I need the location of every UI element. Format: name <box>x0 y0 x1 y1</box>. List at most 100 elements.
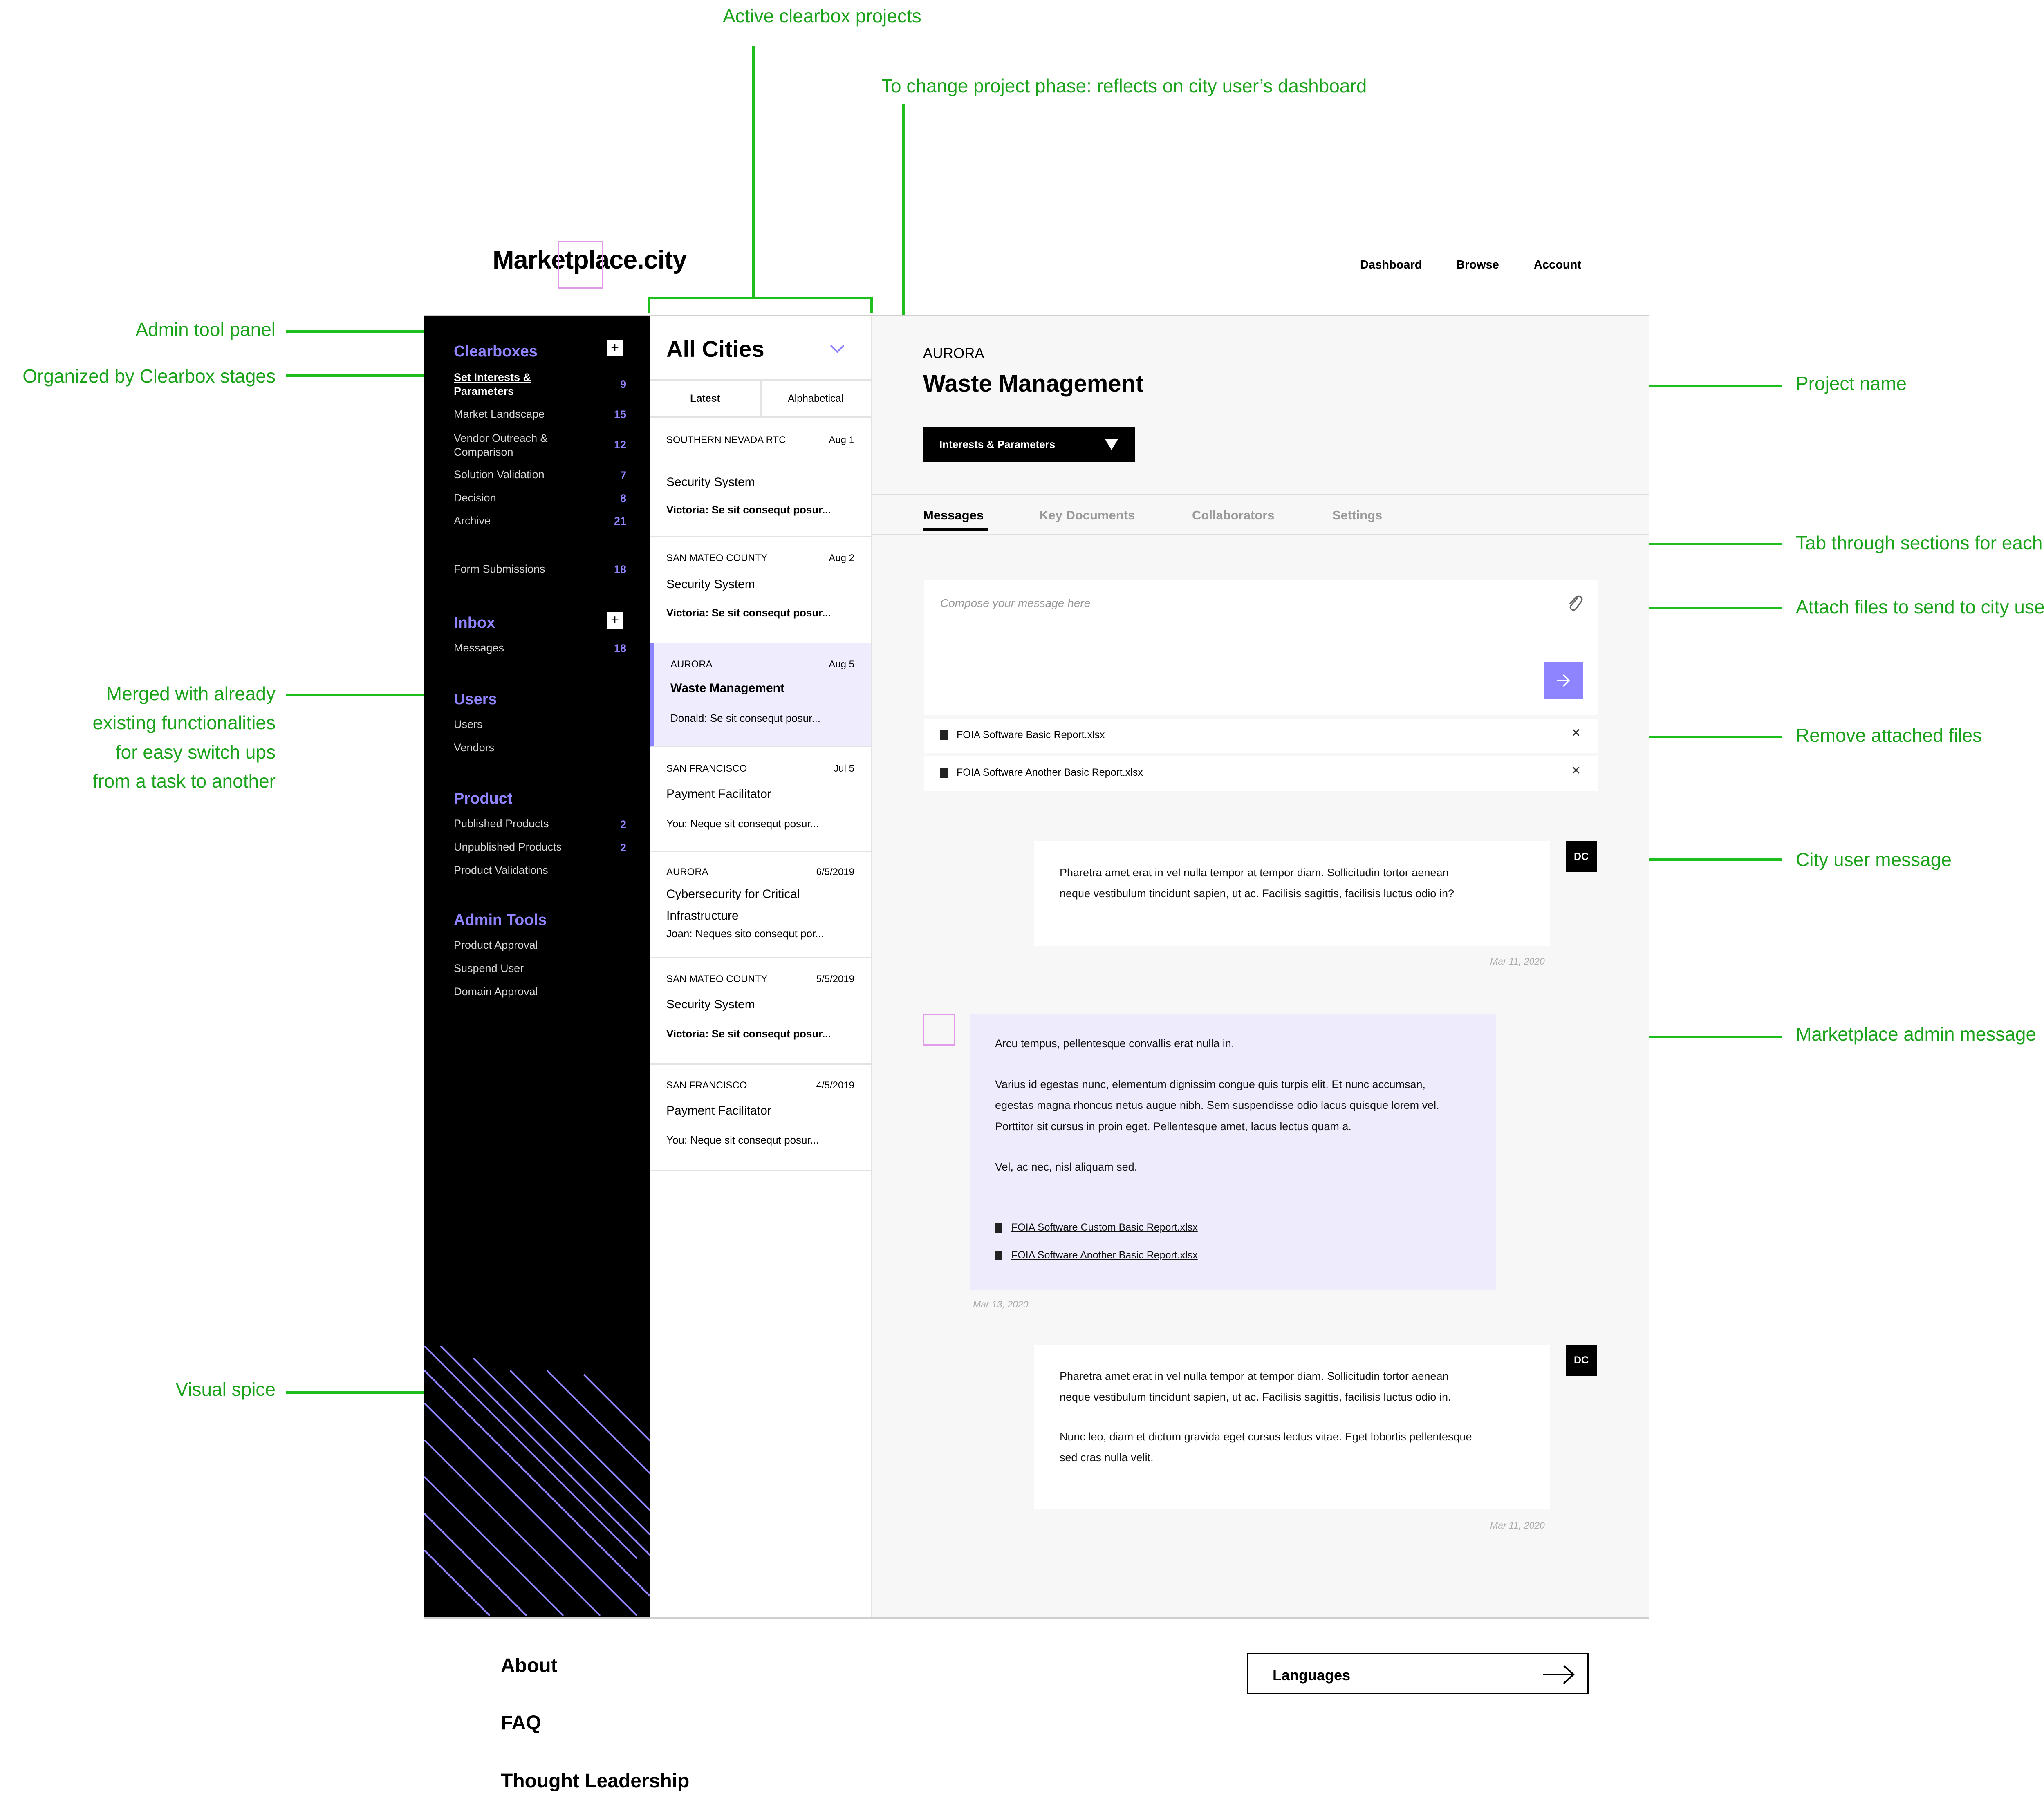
sort-tab-alphabetical[interactable]: Alphabetical <box>760 381 871 416</box>
attachment-row: FOIA Software Another Basic Report.xlsx … <box>924 756 1598 791</box>
item-city: SAN FRANCISCO <box>666 763 747 774</box>
tab-collaborators[interactable]: Collaborators <box>1192 508 1275 523</box>
sidebar-item-product-validations[interactable]: Product Validations <box>454 864 548 878</box>
sidebar-heading-users[interactable]: Users <box>454 691 497 708</box>
sidebar-item-solution-validation[interactable]: Solution Validation <box>454 468 545 482</box>
phase-dropdown-label: Interests & Parameters <box>939 438 1056 450</box>
leader-line <box>752 46 755 298</box>
item-snippet: Victoria: Se sit consequt posur... <box>666 1028 831 1040</box>
sidebar-count: 9 <box>620 378 626 390</box>
sidebar-item-market-landscape[interactable]: Market Landscape <box>454 407 545 421</box>
leader-line <box>648 297 650 313</box>
list-item-active[interactable]: AURORA Aug 5 Waste Management Donald: Se… <box>650 643 871 747</box>
annotation-attach-files: Attach files to send to city users <box>1796 596 2044 618</box>
add-inbox-button[interactable]: + <box>607 612 623 629</box>
attachment-link[interactable]: FOIA Software Another Basic Report.xlsx <box>1011 1249 1198 1261</box>
chevron-down-icon[interactable] <box>830 344 845 354</box>
attachment-link[interactable]: FOIA Software Custom Basic Report.xlsx <box>1011 1222 1198 1233</box>
nav-account[interactable]: Account <box>1534 258 1581 272</box>
file-icon <box>995 1251 1002 1261</box>
file-icon <box>995 1223 1002 1233</box>
close-icon[interactable]: × <box>1571 724 1580 742</box>
item-city: SAN MATEO COUNTY <box>666 974 768 985</box>
compose-placeholder: Compose your message here <box>940 597 1091 609</box>
footer-divider <box>424 1617 1649 1619</box>
avatar: DC <box>1566 1345 1597 1376</box>
footer-link-thought-leadership[interactable]: Thought Leadership <box>501 1770 689 1792</box>
sort-tab-latest[interactable]: Latest <box>650 381 762 416</box>
item-city: AURORA <box>670 659 713 670</box>
sidebar-item-domain-approval[interactable]: Domain Approval <box>454 985 538 999</box>
list-item[interactable]: SAN MATEO COUNTY Aug 2 Security System V… <box>650 536 871 644</box>
sidebar-heading-product[interactable]: Product <box>454 790 513 808</box>
tab-settings[interactable]: Settings <box>1332 508 1382 523</box>
sidebar-item-product-approval[interactable]: Product Approval <box>454 938 538 952</box>
send-button[interactable] <box>1544 662 1583 699</box>
sidebar-item-form-submissions[interactable]: Form Submissions <box>454 562 545 576</box>
list-item[interactable]: AURORA 6/5/2019 Cybersecurity for Critic… <box>650 851 871 958</box>
phase-dropdown[interactable]: Interests & Parameters <box>923 427 1135 462</box>
item-snippet: Joan: Neques sito consequt por... <box>666 927 824 940</box>
sidebar-item-suspend-user[interactable]: Suspend User <box>454 962 524 976</box>
item-date: Aug 2 <box>829 553 854 564</box>
list-item[interactable]: SAN FRANCISCO Jul 5 Payment Facilitator … <box>650 747 871 852</box>
list-item[interactable]: SAN MATEO COUNTY 5/5/2019 Security Syste… <box>650 957 871 1065</box>
list-item[interactable]: SOUTHERN NEVADA RTC Aug 1 Security Syste… <box>650 418 871 537</box>
leader-line <box>286 694 440 696</box>
item-snippet: You: Neque sit consequt posur... <box>666 817 819 830</box>
decorative-diagonal-lines <box>424 1346 650 1616</box>
close-icon[interactable]: × <box>1571 762 1580 779</box>
sidebar-heading-admin-tools[interactable]: Admin Tools <box>454 911 547 929</box>
attachment-row: FOIA Software Basic Report.xlsx × <box>924 719 1598 753</box>
triangle-down-icon <box>1105 439 1118 450</box>
arrow-right-icon <box>1557 674 1570 687</box>
add-clearbox-button[interactable]: + <box>607 340 623 356</box>
footer-link-faq[interactable]: FAQ <box>501 1712 541 1734</box>
city-user-message: Pharetra amet erat in vel nulla tempor a… <box>1034 1345 1550 1509</box>
item-city: SAN FRANCISCO <box>666 1080 747 1091</box>
leader-line <box>286 330 440 333</box>
annotation-remove-files: Remove attached files <box>1796 725 1982 746</box>
sidebar-heading-clearboxes[interactable]: Clearboxes <box>454 343 538 360</box>
file-icon <box>940 730 948 741</box>
sidebar-item-users[interactable]: Users <box>454 718 483 732</box>
item-snippet: Victoria: Se sit consequt posur... <box>666 607 831 619</box>
file-icon <box>940 768 948 778</box>
sidebar-item-set-interests[interactable]: Set Interests & Parameters <box>454 371 531 399</box>
message-timestamp: Mar 13, 2020 <box>973 1299 1029 1310</box>
annotation-visual-spice: Visual spice <box>175 1379 276 1400</box>
sidebar-item-vendors[interactable]: Vendors <box>454 741 494 755</box>
annotation-project-name: Project name <box>1796 373 1907 394</box>
item-date: 4/5/2019 <box>816 1080 854 1091</box>
item-city: SOUTHERN NEVADA RTC <box>666 434 786 446</box>
sidebar-item-messages[interactable]: Messages <box>454 641 504 655</box>
sidebar-item-unpublished-products[interactable]: Unpublished Products <box>454 840 562 854</box>
item-date: Aug 1 <box>829 434 854 446</box>
message-text: Vel, ac nec, nisl aliquam sed. <box>995 1161 1138 1173</box>
sidebar-count: 18 <box>614 563 626 575</box>
paperclip-icon[interactable] <box>1567 593 1583 612</box>
city-filter[interactable]: All Cities <box>666 336 764 362</box>
nav-browse[interactable]: Browse <box>1456 258 1499 272</box>
sidebar-item-decision[interactable]: Decision <box>454 491 496 505</box>
sidebar-item-vendor-outreach[interactable]: Vendor Outreach & Comparison <box>454 432 548 459</box>
divider <box>872 534 1649 535</box>
divider <box>872 494 1649 495</box>
tab-key-documents[interactable]: Key Documents <box>1039 508 1135 523</box>
tab-messages[interactable]: Messages <box>923 508 984 523</box>
languages-button[interactable]: Languages <box>1247 1653 1589 1694</box>
annotation-active-projects: Active clearbox projects <box>723 5 921 27</box>
list-item[interactable]: SAN FRANCISCO 4/5/2019 Payment Facilitat… <box>650 1063 871 1171</box>
annotation-admin-message: Marketplace admin message <box>1796 1023 2037 1045</box>
message-text: Pharetra amet erat in vel nulla tempor a… <box>1060 1370 1451 1404</box>
sidebar-heading-inbox[interactable]: Inbox <box>454 614 495 632</box>
compose-box[interactable]: Compose your message here <box>924 580 1598 715</box>
annotation-merged: Merged with already existing functionali… <box>92 683 276 792</box>
nav-dashboard[interactable]: Dashboard <box>1360 258 1422 272</box>
sidebar-item-archive[interactable]: Archive <box>454 514 491 528</box>
footer-link-about[interactable]: About <box>501 1654 558 1677</box>
sidebar-count: 7 <box>620 469 626 481</box>
item-snippet: Donald: Se sit consequt posur... <box>670 712 821 724</box>
annotation-tab-through: Tab through sections for each project <box>1796 532 2044 553</box>
sidebar-item-published-products[interactable]: Published Products <box>454 817 549 831</box>
